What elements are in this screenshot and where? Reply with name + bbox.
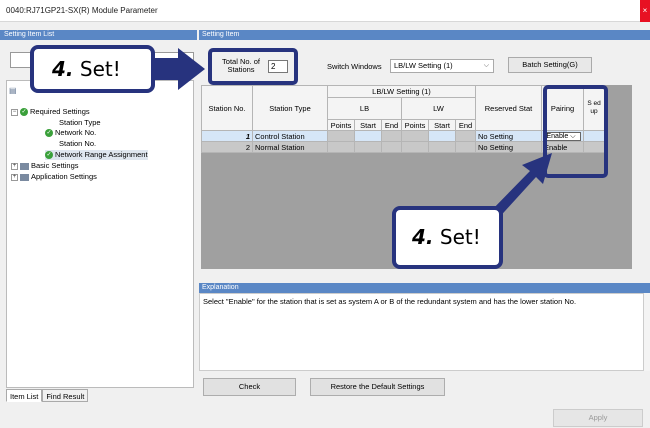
callout-step-4-total-stations: 4. Set! — [30, 45, 155, 93]
callout-step-4-pairing: 4. Set! — [392, 206, 503, 269]
arrow-right-icon — [155, 48, 205, 90]
